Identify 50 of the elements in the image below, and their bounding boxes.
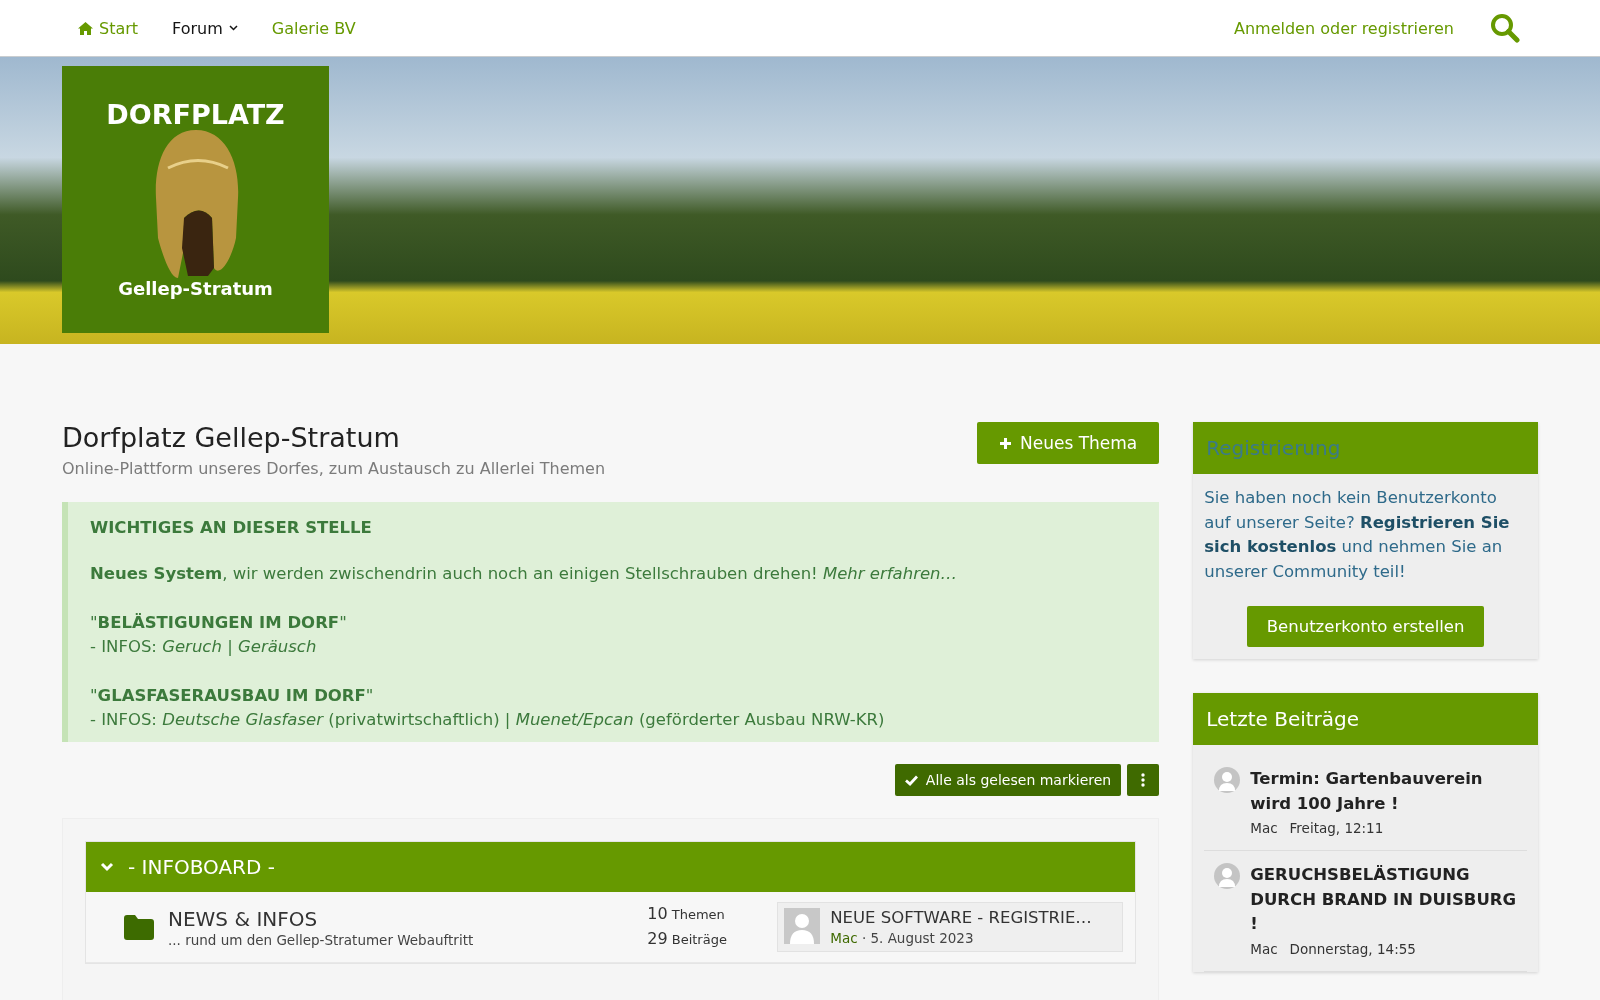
nav-link[interactable]: Galerie BV (271, 18, 356, 38)
chevron-icon (100, 862, 114, 872)
nav-link[interactable]: Start (78, 18, 139, 38)
folder-icon (124, 914, 154, 940)
post-author: Mac (1250, 820, 1278, 836)
nav-link[interactable]: Forum (172, 18, 238, 38)
notice-text: "BELÄSTIGUNGEN IM DORF" (90, 612, 348, 634)
notice-text: Neues System, wir werden zwischendrin auch noch an einigen Stellschrauben drehen! Mehr erfahren… (90, 563, 959, 585)
more-icon (1141, 773, 1146, 787)
registration-text: Sie haben noch kein Benutzerkonto auf unserer Seite? Registrieren Sie sich kostenlos und nehmen Sie an unserer Community teil! (1204, 487, 1511, 583)
plus-icon (998, 436, 1012, 450)
checkmark-icon (904, 774, 918, 786)
page-subtitle: Online-Plattform unseres Dorfes, zum Austausch zu Allerlei Themen (62, 459, 606, 478)
thread-count: 10 (647, 904, 668, 923)
page-title: Dorfplatz Gellep-Stratum (62, 422, 401, 453)
username-link[interactable]: Mac (830, 930, 858, 946)
notice-text: - INFOS: Deutsche Glasfaser (privatwirtschaftlich) | Muenet/Epcan (geförderter Ausbau NRW-KR) (90, 709, 886, 731)
logo-text: DORFPLATZ (106, 100, 285, 128)
home-icon (78, 21, 93, 35)
more-options-button[interactable] (1127, 764, 1160, 796)
category-title: - INFOBOARD - (128, 855, 275, 879)
widget-title: Letzte Beiträge (1193, 693, 1538, 745)
logo-text: Gellep-Stratum (118, 277, 273, 299)
post-count: 29 (647, 929, 668, 948)
widget-title: Registrierung (1193, 422, 1538, 474)
stat-label: Themen (671, 907, 725, 922)
create-account-button[interactable]: Benutzerkonto erstellen (1246, 606, 1485, 647)
mark-read-button[interactable]: Alle als gelesen markieren (894, 764, 1122, 796)
avatar-icon (1214, 767, 1241, 793)
post-time: Freitag, 12:11 (1289, 820, 1384, 836)
notice-heading: WICHTIGES AN DIESER STELLE (90, 518, 373, 537)
caret-icon (228, 25, 238, 31)
post-author: Mac (1250, 940, 1278, 957)
new-thread-button[interactable]: Neues Thema (976, 422, 1160, 464)
post-title-link[interactable]: Termin: Gartenbauverein wird 100 Jahre ! (1250, 767, 1517, 816)
notice-text: "GLASFASERAUSBAU IM DORF" (90, 685, 375, 707)
avatar-icon (1214, 863, 1241, 889)
category-header[interactable]: - INFOBOARD - (86, 842, 1136, 892)
stat-label: Beiträge (671, 932, 727, 947)
search-icon[interactable] (1490, 13, 1520, 43)
login-link[interactable]: Anmelden oder registrieren (1234, 18, 1454, 38)
site-logo[interactable]: DORFPLATZ Gellep-Stratum (62, 66, 329, 333)
notice-text: - INFOS: Geruch | Geräusch (90, 636, 318, 658)
last-post-link[interactable]: NEUE SOFTWARE - REGISTRIE… (830, 908, 1092, 927)
post-time: Donnerstag, 14:55 (1289, 940, 1416, 957)
post-title-link[interactable]: GERUCHSBELÄSTIGUNG DURCH BRAND IN DUISBURG ! (1250, 863, 1517, 937)
avatar-icon (784, 908, 821, 944)
post-date: · 5. August 2023 (861, 930, 974, 946)
forum-description: ... rund um den Gellep-Stratumer Webauftritt (168, 931, 475, 948)
forum-title-link[interactable]: NEWS & INFOS (168, 906, 648, 931)
